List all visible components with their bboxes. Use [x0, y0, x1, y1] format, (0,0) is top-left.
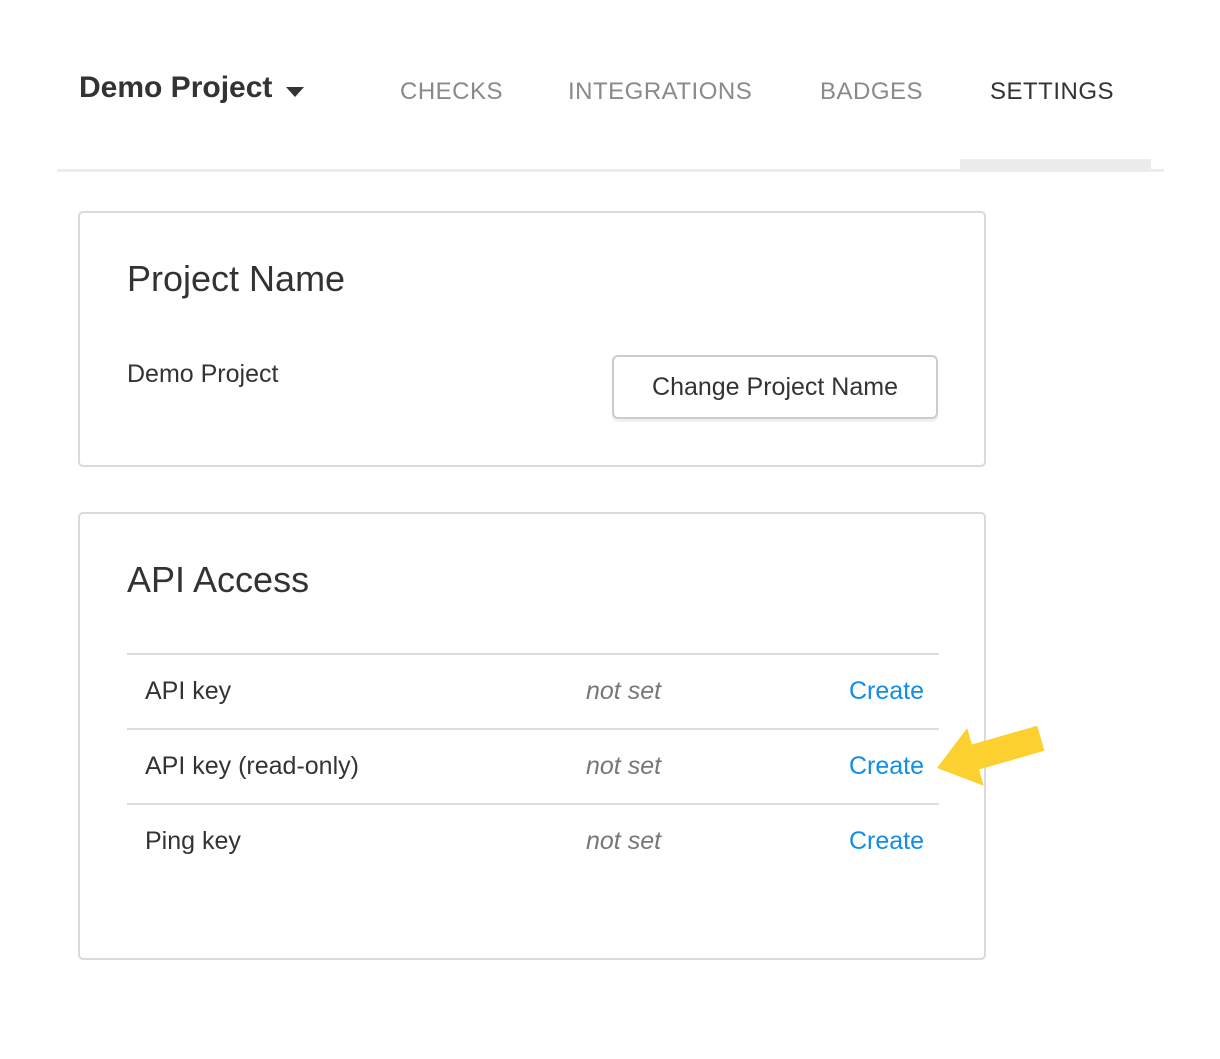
project-switcher-dropdown[interactable]: Demo Project [79, 70, 304, 106]
project-name-card: Project Name Demo Project Change Project… [78, 211, 986, 467]
project-title: Demo Project [79, 70, 272, 106]
header-divider [57, 169, 1164, 172]
create-ping-key-link[interactable]: Create [849, 827, 939, 856]
tab-integrations[interactable]: INTEGRATIONS [568, 80, 752, 104]
table-row-api-key-read-only: API key (read-only) not set Create [127, 728, 939, 803]
key-label: Ping key [127, 827, 586, 856]
api-access-card: API Access API key not set Create API ke… [78, 512, 986, 960]
create-api-key-link[interactable]: Create [849, 677, 939, 706]
key-value: not set [586, 677, 849, 706]
key-label: API key [127, 677, 586, 706]
chevron-down-icon [286, 87, 304, 97]
project-settings-page: Demo Project CHECKS INTEGRATIONS BADGES … [0, 0, 1220, 1059]
tab-checks[interactable]: CHECKS [400, 80, 503, 104]
key-label: API key (read-only) [127, 752, 586, 781]
tab-settings[interactable]: SETTINGS [990, 80, 1114, 104]
api-keys-table: API key not set Create API key (read-onl… [127, 653, 939, 878]
table-row-ping-key: Ping key not set Create [127, 803, 939, 878]
tab-badges[interactable]: BADGES [820, 80, 923, 104]
create-readonly-api-key-link[interactable]: Create [849, 752, 939, 781]
key-value: not set [586, 827, 849, 856]
project-name-card-title: Project Name [127, 257, 345, 300]
change-project-name-button[interactable]: Change Project Name [612, 355, 938, 419]
project-name-value: Demo Project [127, 359, 278, 389]
table-row-api-key: API key not set Create [127, 653, 939, 728]
api-access-card-title: API Access [127, 558, 309, 601]
key-value: not set [586, 752, 849, 781]
